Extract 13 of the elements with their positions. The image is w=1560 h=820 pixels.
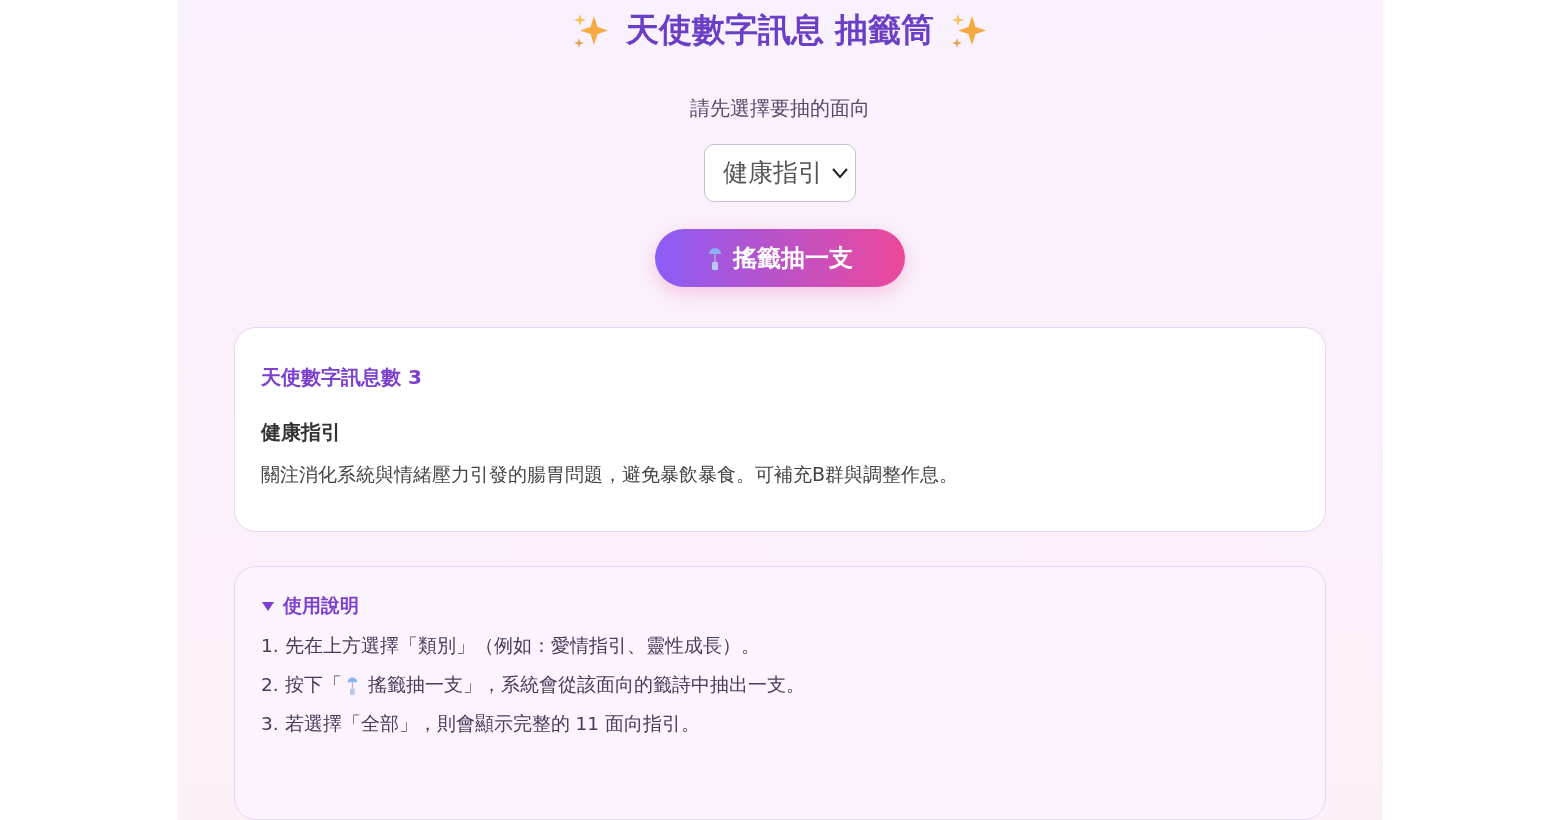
number-title: 天使數字訊息數 3 xyxy=(261,363,423,391)
category-select[interactable]: 健康指引 xyxy=(704,144,856,202)
result-message: 關注消化系統與情緒壓力引發的腸胃問題，避免暴飲暴食。可補充B群與調整作息。 xyxy=(261,461,960,487)
instructions-toggle[interactable]: 使用說明 xyxy=(261,593,1299,620)
instruction-step-start: 2. 按下「 xyxy=(261,673,342,698)
wind-chime-icon xyxy=(345,674,359,696)
instruction-step: 1. 先在上方選擇「類別」（例如：愛情指引、靈性成長）。 xyxy=(261,633,1299,659)
draw-button[interactable]: 搖籤抽一支 xyxy=(655,228,905,287)
page-title: 天使數字訊息 抽籤筒 xyxy=(625,9,935,51)
result-heading: 健康指引 xyxy=(261,418,342,446)
instruction-step-end: 搖籤抽一支」，系統會從該面向的籤詩中抽出一支。 xyxy=(368,673,806,698)
select-prompt: 請先選擇要抽的面向 xyxy=(690,95,870,122)
instruction-step: 3. 若選擇「全部」，則會顯示完整的 11 面向指引。 xyxy=(261,711,1299,737)
